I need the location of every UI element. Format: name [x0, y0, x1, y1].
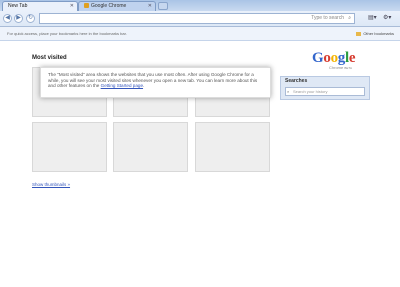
- thumbnail-slot[interactable]: [113, 122, 188, 172]
- thumbnail-slot[interactable]: [195, 122, 270, 172]
- logo-subtitle: Chrome BETA: [329, 65, 352, 70]
- favicon-icon: [84, 3, 89, 9]
- logo-letter: o: [330, 50, 339, 66]
- bookmarks-bar: For quick access, place your bookmarks h…: [0, 27, 400, 41]
- omnibox-input[interactable]: Type to search ⌕: [39, 13, 355, 24]
- searches-panel: Searches ⌕ Search your history: [280, 76, 370, 100]
- searches-title: Searches: [285, 78, 308, 84]
- page-menu-icon[interactable]: ▤▾: [368, 14, 377, 23]
- history-search-placeholder: Search your history: [293, 89, 328, 94]
- logo-letter: e: [348, 50, 356, 66]
- tab-label: New Tab: [8, 3, 28, 9]
- tab-google-chrome[interactable]: Google Chrome ✕: [78, 1, 156, 11]
- browser-window: New Tab ✕ Google Chrome ✕ ◀ ▶ ↻ Type to …: [0, 0, 400, 287]
- show-thumbnails-link[interactable]: Show thumbnails »: [32, 182, 70, 187]
- info-text: The "Most visited" area shows the websit…: [48, 72, 258, 89]
- logo-letter: G: [312, 50, 324, 66]
- omnibox-placeholder: Type to search: [311, 15, 344, 21]
- close-icon[interactable]: ✕: [148, 2, 152, 11]
- tab-strip: New Tab ✕ Google Chrome ✕: [0, 0, 400, 11]
- forward-arrow-icon[interactable]: ▶: [14, 14, 23, 23]
- getting-started-link[interactable]: Getting Started page: [101, 83, 143, 88]
- search-icon: ⌕: [287, 89, 290, 94]
- logo-wordmark: Google: [312, 50, 372, 66]
- most-visited-title: Most visited: [32, 55, 67, 61]
- most-visited-info: The "Most visited" area shows the websit…: [40, 67, 271, 98]
- folder-icon: [356, 31, 362, 36]
- history-search-input[interactable]: ⌕ Search your history: [285, 87, 365, 96]
- other-bookmarks-button[interactable]: Other bookmarks: [356, 27, 394, 40]
- search-icon: ⌕: [348, 15, 351, 21]
- thumbnail-slot[interactable]: [32, 122, 107, 172]
- google-chrome-logo: Google Chrome BETA: [312, 50, 372, 76]
- logo-letter: o: [323, 50, 331, 66]
- reload-icon[interactable]: ↻: [26, 14, 35, 23]
- bookmarks-hint: For quick access, place your bookmarks h…: [7, 31, 127, 36]
- close-icon[interactable]: ✕: [70, 2, 74, 11]
- tab-label: Google Chrome: [91, 3, 127, 9]
- new-tab-button[interactable]: [158, 2, 168, 10]
- toolbar: ◀ ▶ ↻ Type to search ⌕ ▤▾ ⚙▾: [0, 11, 400, 27]
- tab-new-tab[interactable]: New Tab ✕: [2, 1, 78, 11]
- logo-letter: g: [337, 50, 346, 66]
- other-bookmarks-label: Other bookmarks: [363, 31, 394, 36]
- wrench-icon[interactable]: ⚙▾: [383, 14, 391, 23]
- info-end: .: [143, 83, 145, 89]
- back-arrow-icon[interactable]: ◀: [3, 14, 12, 23]
